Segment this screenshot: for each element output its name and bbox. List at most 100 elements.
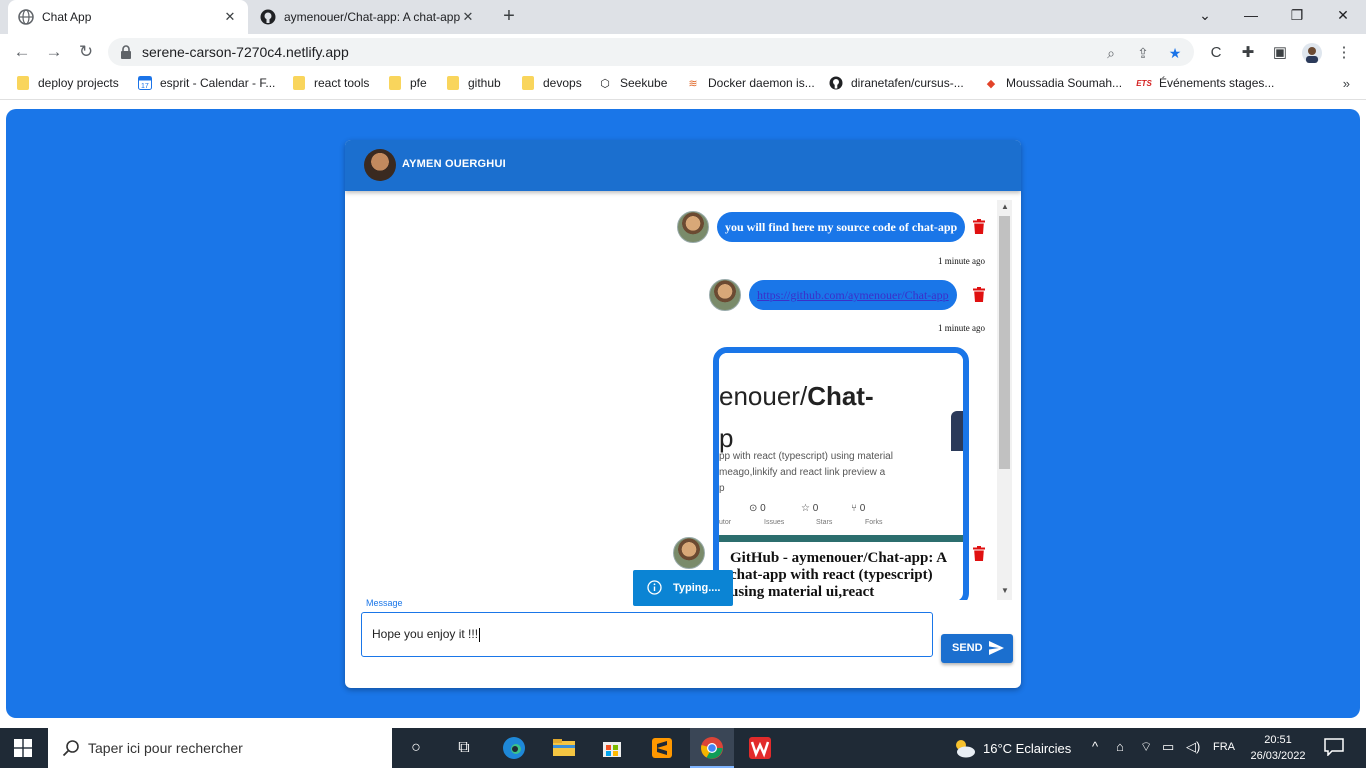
svg-text:17: 17 [141,83,149,90]
forks-label: Forks [865,519,883,526]
delete-message-icon[interactable] [973,219,985,234]
share-icon[interactable]: ⇪ [1134,44,1152,62]
scroll-up-arrow-icon[interactable]: ▲ [1001,202,1009,211]
folder-icon [521,76,535,90]
tray-chevron-up-icon[interactable]: ^ [1092,739,1098,754]
address-bar[interactable]: serene-carson-7270c4.netlify.app ⌕ ⇪ ★ [108,38,1194,66]
typing-indicator: Typing.... [633,570,733,606]
close-tab-icon[interactable]: ✕ [222,9,238,25]
fork-icon: ⑂ [851,503,857,514]
edge-icon[interactable] [502,736,526,760]
chrome-icon[interactable] [700,736,724,760]
globe-icon [18,9,34,25]
tab-github-repo[interactable]: aymenouer/Chat-app: A chat-app ✕ [250,0,486,34]
extensions-puzzle-icon[interactable]: ✚ [1238,43,1258,63]
bookmarks-overflow-button[interactable]: » [1343,76,1350,91]
tab-search-icon[interactable]: ⌄ [1182,0,1228,30]
send-label: SEND [952,642,983,654]
sender-avatar [673,537,705,569]
bookmark-item[interactable]: react tools [292,76,369,90]
scroll-down-arrow-icon[interactable]: ▼ [1001,586,1009,595]
folder-icon [446,76,460,90]
close-tab-icon[interactable]: ✕ [460,9,476,25]
delete-message-icon[interactable] [973,546,985,561]
side-panel-icon[interactable]: ▣ [1270,43,1290,63]
preview-image-title: enouer/Chat- [719,381,874,411]
search-placeholder: Taper ici pour rechercher [88,740,243,756]
preview-image-title-line2: p [719,423,734,453]
weather-partly-cloudy-icon[interactable] [952,737,976,759]
messages-scrollbar[interactable]: ▲ ▼ [997,200,1012,600]
windows-start-icon[interactable] [14,739,32,757]
delete-message-icon[interactable] [973,287,985,302]
back-icon[interactable]: ← [10,40,34,64]
restore-button[interactable]: ❐ [1274,0,1320,30]
windows-taskbar: Taper ici pour rechercher ○ ⧉ 16°C Eclai… [0,728,1366,768]
search-icon [62,739,80,757]
folder-icon [388,76,402,90]
bookmark-item[interactable]: diranetafen/cursus-... [829,76,964,90]
stars-label: Stars [816,519,833,526]
message-timestamp: 1 minute ago [938,323,985,333]
zoom-icon[interactable]: ⌕ [1102,44,1120,62]
menu-kebab-icon[interactable]: ⋮ [1334,43,1354,63]
preview-image-desc-line: pp with react (typescript) using materia… [719,451,893,462]
preview-divider [719,535,963,542]
bookmark-item[interactable]: ⬡ Seekube [598,76,667,90]
send-arrow-icon [989,641,1004,655]
weather-text[interactable]: 16°C Eclaircies [983,741,1071,756]
message-input[interactable]: Hope you enjoy it !!! [361,612,933,657]
contact-avatar [364,149,396,181]
minimize-button[interactable]: — [1228,0,1274,30]
browser-toolbar: ← → ↻ serene-carson-7270c4.netlify.app ⌕… [0,34,1366,70]
tray-meet-icon[interactable]: ⌂ [1116,739,1124,754]
sublime-text-icon[interactable] [650,736,674,760]
sender-avatar [677,211,709,243]
bookmark-item[interactable]: ◆ Moussadia Soumah... [984,76,1122,90]
tab-chat-app[interactable]: Chat App ✕ [8,0,248,34]
close-window-button[interactable]: ✕ [1320,0,1366,30]
bookmark-item[interactable]: github [446,76,501,90]
notification-center-icon[interactable] [1324,738,1344,757]
keyboard-language[interactable]: FRA [1213,741,1235,753]
bookmark-item[interactable]: deploy projects [16,76,119,90]
forward-icon[interactable]: → [42,40,66,64]
bookmark-star-icon[interactable]: ★ [1166,44,1184,62]
preview-image-desc-line: p [719,483,725,494]
browser-tab-strip: Chat App ✕ aymenouer/Chat-app: A chat-ap… [0,0,1366,34]
forks-stat: ⑂ 0 [851,503,866,514]
wps-office-icon[interactable] [748,736,772,760]
reload-icon[interactable]: ↻ [74,40,98,64]
contact-name: AYMEN OUERGHUI [402,158,506,170]
cortana-icon[interactable]: ○ [404,736,428,760]
profile-avatar-icon[interactable] [1302,43,1322,63]
task-view-icon[interactable]: ⧉ [452,736,476,760]
link-preview-card[interactable]: enouer/Chat- p pp with react (typescript… [713,347,969,600]
stars-stat: ☆ 0 [801,503,819,514]
message-link[interactable]: https://github.com/aymenouer/Chat-app [757,288,949,302]
send-button[interactable]: SEND [941,634,1013,663]
wifi-icon[interactable]: ⌔ [1140,739,1152,755]
link-preview-title: GitHub - aymenouer/Chat-app: A chat-app … [730,550,947,600]
seekube-icon: ⬡ [600,77,610,90]
bookmark-item[interactable]: ETS Événements stages... [1136,76,1274,90]
message-list[interactable]: you will find here my source code of cha… [345,191,1021,600]
scrollbar-thumb[interactable] [999,216,1010,469]
message-timestamp: 1 minute ago [938,256,985,266]
issues-stat: ⊙ 0 [749,503,766,514]
bookmark-item[interactable]: 17 esprit - Calendar - F... [138,76,275,90]
folder-icon [16,76,30,90]
taskbar-search-box[interactable]: Taper ici pour rechercher [48,728,392,768]
battery-icon[interactable]: ▭ [1162,739,1174,755]
bookmark-item[interactable]: ≋ Docker daemon is... [686,76,814,90]
bookmark-item[interactable]: pfe [388,76,427,90]
microsoft-store-icon[interactable] [600,736,624,760]
volume-icon[interactable]: ◁) [1186,739,1200,755]
issues-icon: ⊙ [749,503,758,514]
bookmark-item[interactable]: devops [521,76,582,90]
new-tab-button[interactable]: + [498,6,520,28]
ets-icon: ETS [1136,78,1152,88]
extension-c-icon[interactable]: C [1206,43,1226,63]
file-explorer-icon[interactable] [552,736,576,760]
system-clock[interactable]: 20:51 26/03/2022 [1248,732,1308,764]
